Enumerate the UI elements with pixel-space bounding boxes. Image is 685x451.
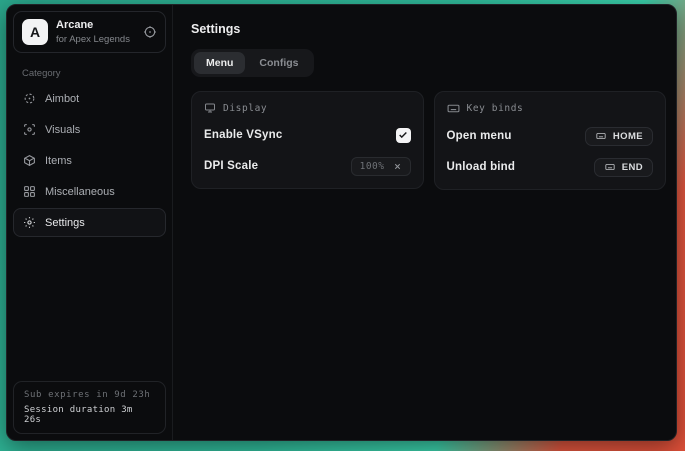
unload-bind-key: END (622, 162, 643, 173)
keyboard-icon (604, 162, 616, 172)
brand-card: A Arcane for Apex Legends (13, 11, 166, 53)
crosshair-icon (23, 92, 36, 105)
open-menu-label: Open menu (447, 130, 512, 142)
monitor-icon (204, 102, 216, 114)
app-window: A Arcane for Apex Legends Category (6, 4, 677, 441)
keybinds-card: Key binds Open menu HOME Unload bin (434, 91, 667, 190)
sidebar-item-label: Settings (45, 217, 85, 229)
sidebar-item-visuals[interactable]: Visuals (13, 115, 166, 144)
grid-icon (23, 185, 36, 198)
open-menu-key: HOME (613, 131, 643, 142)
sidebar-item-items[interactable]: Items (13, 146, 166, 175)
sidebar-nav: Aimbot Visuals Items (7, 82, 172, 237)
sidebar-item-miscellaneous[interactable]: Miscellaneous (13, 177, 166, 206)
crosshair-badge-icon[interactable] (143, 25, 157, 39)
sidebar-item-aimbot[interactable]: Aimbot (13, 84, 166, 113)
unload-bind-label: Unload bind (447, 161, 516, 173)
session-duration-text: Session duration 3m 26s (24, 405, 155, 425)
sub-expiry-text: Sub expires in 9d 23h (24, 390, 155, 400)
sidebar-item-label: Miscellaneous (45, 186, 115, 198)
vsync-checkbox[interactable] (396, 128, 411, 143)
keyboard-icon (447, 102, 460, 115)
scan-eye-icon (23, 123, 36, 136)
sidebar-item-settings[interactable]: Settings (13, 208, 166, 237)
open-menu-keybind-button[interactable]: HOME (585, 127, 653, 146)
settings-cards: Display Enable VSync DPI Scale (191, 91, 666, 190)
dpi-label: DPI Scale (204, 160, 258, 172)
keybinds-card-header: Key binds (447, 102, 654, 115)
display-card: Display Enable VSync DPI Scale (191, 91, 424, 189)
sidebar-item-label: Items (45, 155, 72, 167)
category-label: Category (22, 68, 172, 79)
dpi-scale-input[interactable]: 100% (351, 157, 411, 176)
brand-name: Arcane (56, 19, 130, 31)
vsync-label: Enable VSync (204, 129, 282, 141)
sidebar: A Arcane for Apex Legends Category (7, 5, 173, 440)
sidebar-item-label: Aimbot (45, 93, 79, 105)
subscription-info: Sub expires in 9d 23h Session duration 3… (13, 381, 166, 434)
keyboard-icon (595, 131, 607, 141)
dpi-row: DPI Scale 100% (204, 156, 411, 176)
x-icon[interactable] (393, 162, 402, 171)
tab-menu[interactable]: Menu (194, 52, 245, 74)
brand-logo: A (22, 19, 48, 45)
gear-icon (23, 216, 36, 229)
vsync-row: Enable VSync (204, 125, 411, 145)
dpi-value: 100% (360, 161, 385, 172)
brand-text: Arcane for Apex Legends (56, 19, 130, 44)
keybinds-card-title: Key binds (467, 103, 524, 114)
open-menu-row: Open menu HOME (447, 126, 654, 146)
check-icon (398, 130, 408, 140)
sidebar-item-label: Visuals (45, 124, 80, 136)
page-title: Settings (191, 22, 666, 36)
unload-bind-row: Unload bind END (447, 157, 654, 177)
unload-bind-keybind-button[interactable]: END (594, 158, 653, 177)
package-icon (23, 154, 36, 167)
main-content: Settings Menu Configs Display Enable VSy… (173, 5, 676, 440)
display-card-title: Display (223, 103, 267, 114)
settings-tabs: Menu Configs (191, 49, 314, 77)
tab-configs[interactable]: Configs (247, 52, 310, 74)
brand-subtitle: for Apex Legends (56, 34, 130, 45)
display-card-header: Display (204, 102, 411, 114)
